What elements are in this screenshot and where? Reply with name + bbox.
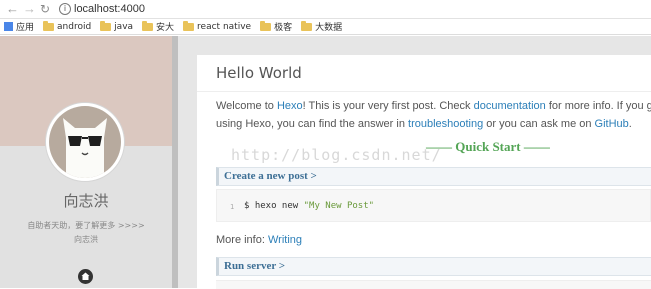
folder-icon bbox=[100, 20, 112, 31]
forward-arrow-icon[interactable]: → bbox=[23, 1, 36, 17]
line-number: 1 bbox=[230, 203, 235, 211]
author-motto-link[interactable]: 自助者天助，要了解更多 >>>> bbox=[0, 220, 172, 231]
apps-icon bbox=[4, 22, 13, 31]
documentation-link[interactable]: documentation bbox=[474, 100, 546, 112]
title-divider bbox=[197, 91, 651, 92]
bookmark-folder[interactable]: react native bbox=[183, 20, 251, 32]
paragraph-help: using Hexo, you can find the answer in t… bbox=[216, 118, 632, 130]
content-top-band bbox=[197, 36, 651, 55]
page-gutter bbox=[178, 36, 197, 288]
github-link[interactable]: GitHub bbox=[595, 118, 629, 130]
bookmark-apps[interactable]: 应用 bbox=[4, 20, 34, 33]
troubleshooting-link[interactable]: troubleshooting bbox=[408, 118, 483, 130]
writing-link[interactable]: Writing bbox=[268, 234, 302, 246]
bookmarks-bar: 应用 android java 安大 react native 极客 大数据 bbox=[0, 19, 651, 35]
cat-with-sunglasses-icon bbox=[49, 106, 121, 178]
folder-icon bbox=[260, 20, 272, 31]
code-line: $ hexo new "My New Post" bbox=[244, 201, 375, 211]
watermark: http://blog.csdn.net/ bbox=[231, 146, 442, 164]
house-glyph bbox=[81, 272, 90, 280]
info-icon[interactable]: i bbox=[59, 3, 71, 15]
folder-icon bbox=[43, 20, 55, 31]
post-title: Hello World bbox=[216, 64, 302, 82]
bookmark-folder[interactable]: android bbox=[43, 20, 91, 32]
folder-icon bbox=[301, 20, 313, 31]
bookmark-folder[interactable]: 大数据 bbox=[301, 20, 342, 33]
folder-icon bbox=[142, 20, 154, 31]
section-run-server[interactable]: Run server > bbox=[216, 257, 651, 276]
paragraph-welcome: Welcome to Hexo! This is your very first… bbox=[216, 100, 651, 112]
bookmark-folder[interactable]: 极客 bbox=[260, 20, 292, 33]
reload-icon[interactable]: ↻ bbox=[40, 1, 50, 17]
more-info: More info: Writing bbox=[216, 234, 302, 246]
author-subtitle: 向志洪 bbox=[74, 235, 98, 244]
back-arrow-icon[interactable]: ← bbox=[6, 1, 19, 17]
address-bar: ← → ↻ i localhost:4000 bbox=[0, 0, 651, 19]
bookmark-folder[interactable]: 安大 bbox=[142, 20, 174, 33]
quick-start-heading: —— Quick Start —— bbox=[426, 139, 550, 154]
url-field[interactable]: localhost:4000 bbox=[74, 2, 145, 16]
avatar[interactable] bbox=[46, 103, 124, 181]
sidebar: 向志洪 自助者天助，要了解更多 >>>> 向志洪 bbox=[0, 36, 172, 288]
code-block: 1 $ hexo new "My New Post" bbox=[216, 189, 651, 222]
author-name: 向志洪 bbox=[63, 192, 109, 210]
section-create-post[interactable]: Create a new post > bbox=[216, 167, 651, 186]
folder-icon bbox=[183, 20, 195, 31]
bookmark-folder[interactable]: java bbox=[100, 20, 133, 32]
home-icon[interactable] bbox=[78, 269, 93, 284]
hexo-link[interactable]: Hexo bbox=[277, 100, 303, 112]
post-content: Hello World Welcome to Hexo! This is you… bbox=[197, 36, 651, 289]
